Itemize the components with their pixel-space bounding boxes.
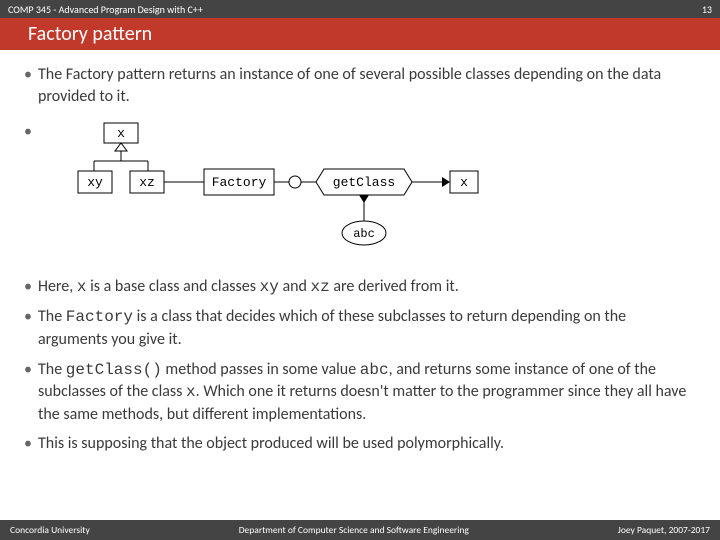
bullet-polymorphic: This is supposing that the object produc… bbox=[24, 433, 696, 455]
diagram: x xy xz bbox=[64, 121, 696, 258]
slide-content: The Factory pattern returns an instance … bbox=[0, 50, 720, 520]
footer-center: Department of Computer Science and Softw… bbox=[239, 524, 469, 536]
code-xy: xy bbox=[260, 278, 279, 296]
code-abc: abc bbox=[360, 361, 389, 379]
title-band: Factory pattern bbox=[0, 18, 720, 50]
diagram-getclass: getClass bbox=[333, 175, 395, 190]
footer-bar: Concordia University Department of Compu… bbox=[0, 520, 720, 540]
diagram-factory: Factory bbox=[212, 175, 267, 190]
diagram-abc: abc bbox=[353, 227, 375, 241]
bullet-getclass: The getClass() method passes in some val… bbox=[24, 359, 696, 426]
page-number: 13 bbox=[702, 3, 712, 16]
course-label: COMP 345 - Advanced Program Design with … bbox=[8, 3, 203, 16]
bullet-list: The Factory pattern returns an instance … bbox=[24, 64, 696, 455]
code-factory: Factory bbox=[66, 308, 133, 326]
slide: COMP 345 - Advanced Program Design with … bbox=[0, 0, 720, 540]
code-xz: xz bbox=[311, 278, 330, 296]
diagram-x: x bbox=[117, 126, 125, 141]
footer-right: Joey Paquet, 2007-2017 bbox=[618, 524, 710, 536]
bullet-here: Here, x is a base class and classes xy a… bbox=[24, 276, 696, 299]
footer-left: Concordia University bbox=[10, 524, 90, 536]
code-getclass: getClass() bbox=[66, 361, 162, 379]
top-bar: COMP 345 - Advanced Program Design with … bbox=[0, 0, 720, 18]
diagram-xz: xz bbox=[139, 175, 155, 190]
diagram-x2: x bbox=[460, 175, 468, 190]
code-x2: x bbox=[186, 383, 196, 401]
diagram-svg: x xy xz bbox=[64, 121, 484, 251]
slide-title: Factory pattern bbox=[28, 22, 152, 46]
bullet-intro-text: The Factory pattern returns an instance … bbox=[38, 65, 661, 106]
diagram-xy: xy bbox=[87, 175, 103, 190]
bullet-intro: The Factory pattern returns an instance … bbox=[24, 64, 696, 107]
bullet-factory: The Factory is a class that decides whic… bbox=[24, 306, 696, 350]
